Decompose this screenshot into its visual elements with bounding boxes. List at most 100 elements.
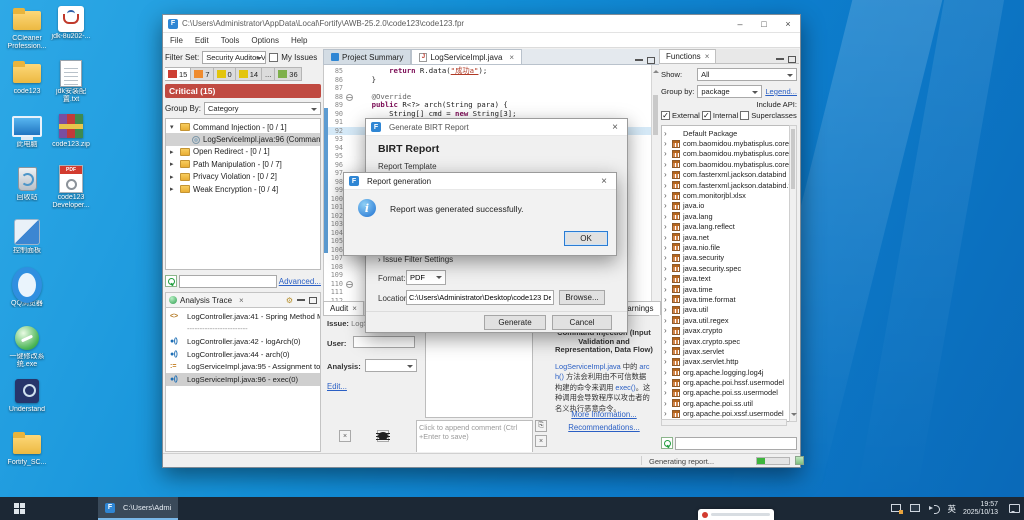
maximize-panel-icon[interactable] — [309, 296, 317, 304]
expander-icon[interactable]: › — [664, 201, 669, 210]
search-icon[interactable] — [165, 275, 177, 287]
notification-center-icon[interactable] — [1009, 504, 1020, 513]
network-icon[interactable] — [890, 503, 904, 514]
package-row[interactable]: › javax.servlet — [664, 346, 796, 356]
menu-item[interactable]: Tools — [221, 36, 240, 45]
package-row[interactable]: › java.text — [664, 273, 796, 283]
group-by-dropdown[interactable]: Category — [204, 101, 321, 115]
trace-options-icon[interactable]: ⚙ — [286, 296, 293, 305]
cancel-button[interactable]: Cancel — [552, 315, 612, 330]
package-row[interactable]: › Default Package — [664, 128, 796, 138]
edit-link[interactable]: Edit... — [327, 382, 347, 391]
package-row[interactable]: › com.monitorjbl.xlsx — [664, 190, 796, 200]
severity-tab[interactable]: ... — [262, 67, 276, 81]
expander-icon[interactable]: › — [664, 305, 669, 314]
tab-close-icon[interactable]: × — [352, 304, 357, 313]
issue-tree-row[interactable]: ▾ Command Injection - [0 / 1] — [166, 121, 320, 133]
minimize-panel-icon[interactable] — [297, 298, 305, 301]
comment-history-box[interactable] — [425, 318, 533, 418]
user-field[interactable] — [353, 336, 415, 348]
menu-item[interactable]: Edit — [195, 36, 209, 45]
more-information-link[interactable]: More Information... — [571, 410, 636, 419]
ok-button[interactable]: OK — [564, 231, 608, 246]
package-row[interactable]: › java.time — [664, 284, 796, 294]
desktop-icon[interactable]: 一键修改系统.exe — [4, 324, 50, 377]
tab-close-icon[interactable]: × — [705, 52, 710, 61]
location-field[interactable] — [406, 290, 554, 305]
package-row[interactable]: › com.baomidou.mybatisplus.core. — [664, 138, 796, 148]
browse-button[interactable]: Browse... — [559, 290, 605, 305]
expander-icon[interactable]: › — [664, 233, 669, 242]
desktop-icon[interactable]: 控制面板 — [4, 218, 50, 271]
expander-icon[interactable]: › — [664, 316, 669, 325]
tab-logserviceimpl[interactable]: J LogServiceImpl.java × — [411, 49, 523, 64]
expander-icon[interactable]: › — [664, 337, 669, 346]
trace-row[interactable]: LogServiceImpl.java:95 - Assignment to c… — [166, 360, 320, 373]
expander-icon[interactable]: › — [664, 388, 669, 397]
desktop-icon[interactable]: code123 Developer... — [48, 165, 94, 218]
tab-close-icon[interactable]: × — [509, 53, 514, 62]
close-button[interactable]: × — [776, 15, 800, 32]
analysis-trace-tab[interactable]: Analysis Trace — [180, 296, 232, 305]
package-row[interactable]: › javax.servlet.http — [664, 357, 796, 367]
display-icon[interactable] — [909, 503, 921, 514]
package-row[interactable]: › org.apache.poi.hssf.usermodel — [664, 377, 796, 387]
maximize-panel-icon[interactable] — [788, 56, 796, 63]
package-row[interactable]: › com.baomidou.mybatisplus.core. — [664, 149, 796, 159]
expander-icon[interactable]: › — [664, 212, 669, 221]
package-row[interactable]: › java.net — [664, 232, 796, 242]
window-titlebar[interactable]: F C:\Users\Administrator\AppData\Local\F… — [163, 15, 800, 33]
editor-scrollbar[interactable] — [651, 65, 659, 301]
delete-comment-button[interactable]: × — [535, 435, 547, 447]
show-dropdown[interactable]: All — [697, 68, 797, 81]
desktop-icon[interactable]: 此电脑 — [4, 112, 50, 165]
group-by-dropdown[interactable]: package — [697, 85, 763, 98]
expander-icon[interactable]: › — [664, 409, 669, 418]
input-language-indicator[interactable]: 英 — [947, 503, 956, 515]
issue-tree-row[interactable]: ▸ Privacy Violation - [0 / 2] — [166, 171, 320, 183]
desktop-icon[interactable]: QQ浏览器 — [4, 271, 50, 324]
expander-icon[interactable]: › — [664, 295, 669, 304]
issue-tree-row[interactable]: ▸ Open Redirect - [0 / 1] — [166, 146, 320, 158]
expander-icon[interactable]: › — [664, 368, 669, 377]
package-row[interactable]: › org.apache.logging.log4j — [664, 367, 796, 377]
expander-icon[interactable]: › — [664, 170, 669, 179]
comment-input[interactable]: Click to append comment (Ctrl +Enter to … — [416, 420, 533, 452]
tab-functions[interactable]: Functions × — [659, 49, 717, 63]
recommendations-link[interactable]: Recommendations... — [568, 423, 640, 432]
tab-audit[interactable]: Audit × — [323, 301, 364, 315]
menu-item[interactable]: Options — [251, 36, 279, 45]
issue-tree-row[interactable]: ▸ Path Manipulation - [0 / 7] — [166, 158, 320, 170]
expander-icon[interactable]: › — [664, 139, 669, 148]
tab-close-icon[interactable]: × — [239, 296, 244, 305]
package-row[interactable]: › org.apache.poi.xssf.usermodel — [664, 409, 796, 419]
functions-hscrollbar[interactable] — [661, 419, 787, 426]
expander-icon[interactable]: › — [664, 129, 669, 138]
trace-row[interactable]: LogController.java:42 - logArch(0) — [166, 335, 320, 348]
legend-link[interactable]: Legend... — [765, 87, 797, 96]
generate-button[interactable]: Generate — [484, 315, 546, 330]
severity-tab[interactable]: 15 — [165, 67, 192, 81]
package-row[interactable]: › java.security.spec — [664, 263, 796, 273]
tree-expander-icon[interactable]: ▾ — [170, 123, 177, 131]
tree-expander-icon[interactable]: ▸ — [170, 185, 177, 193]
start-button[interactable] — [0, 497, 38, 520]
desktop-icon[interactable]: code123 — [4, 59, 50, 112]
minimize-button[interactable]: – — [728, 15, 752, 32]
my-issues-checkbox[interactable] — [269, 53, 279, 62]
minimize-panel-icon[interactable] — [635, 59, 643, 61]
minimize-panel-icon[interactable] — [776, 58, 784, 60]
package-row[interactable]: › java.lang — [664, 211, 796, 221]
maximize-panel-icon[interactable] — [647, 57, 655, 64]
expander-icon[interactable]: › — [664, 191, 669, 200]
package-row[interactable]: › com.fasterxml.jackson.databind — [664, 170, 796, 180]
functions-vscrollbar[interactable] — [789, 125, 797, 422]
tab-project-summary[interactable]: Project Summary — [323, 49, 412, 64]
package-row[interactable]: › javax.crypto — [664, 325, 796, 335]
external-checkbox[interactable] — [661, 111, 670, 120]
superclasses-checkbox[interactable] — [740, 111, 750, 120]
analysis-dropdown[interactable] — [365, 359, 417, 372]
close-icon[interactable]: × — [597, 176, 611, 187]
expander-icon[interactable]: › — [664, 160, 669, 169]
format-dropdown[interactable]: PDF — [406, 270, 446, 285]
